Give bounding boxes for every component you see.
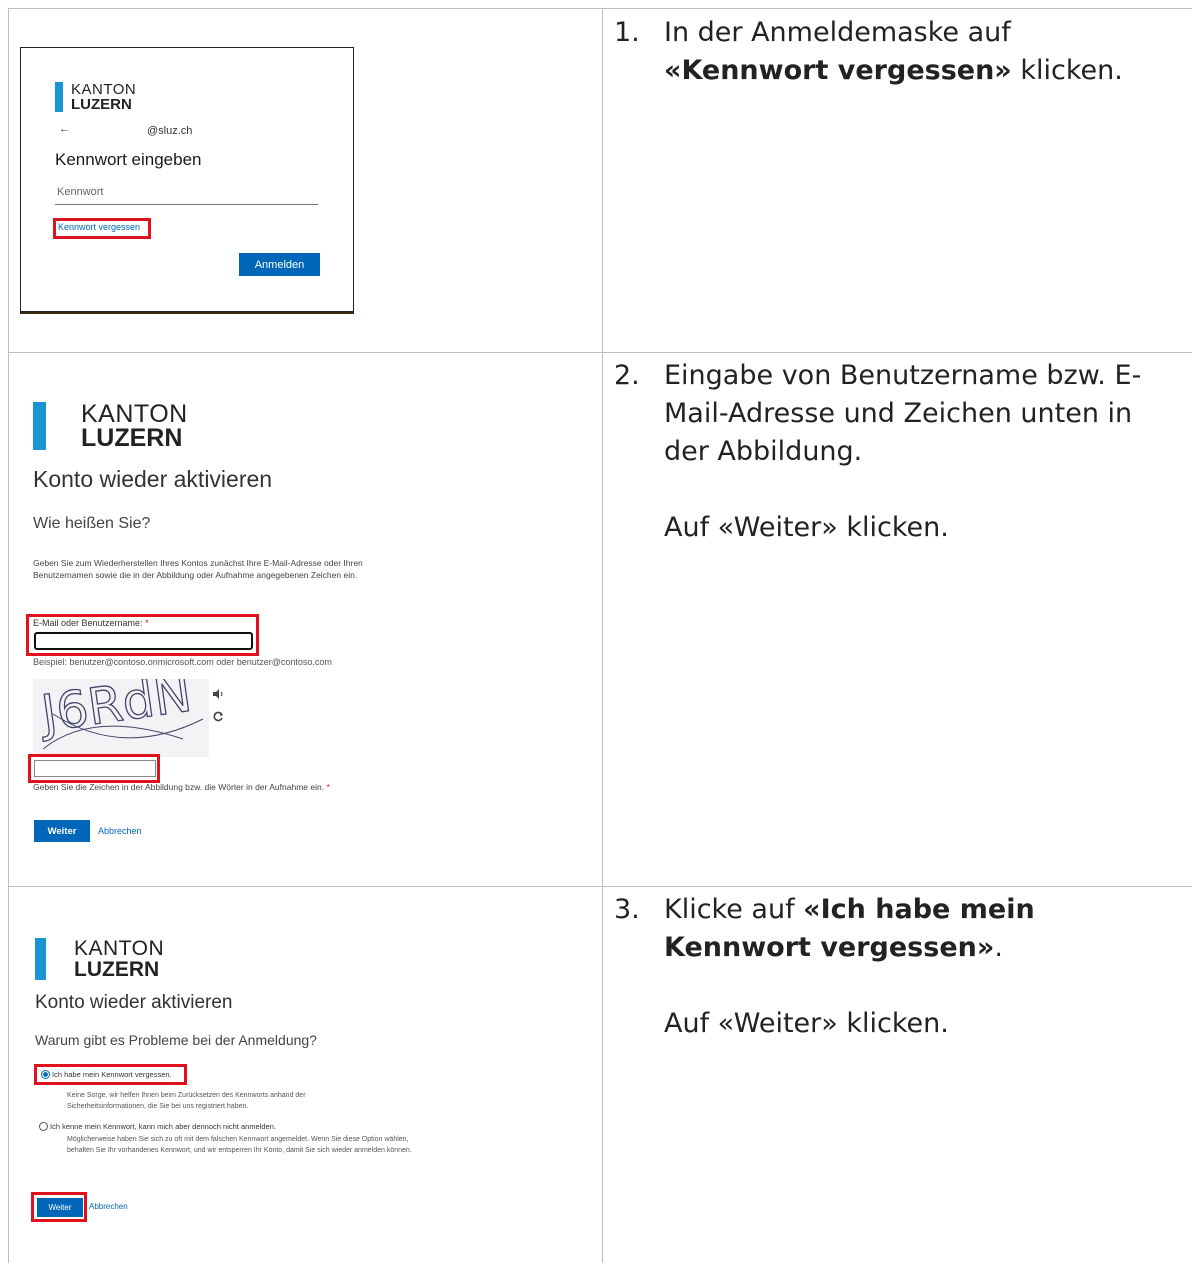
radio-unselected-icon[interactable] xyxy=(39,1122,48,1131)
step3-number: 3. xyxy=(614,894,640,925)
table-border-top xyxy=(8,8,1192,9)
page-title: Konto wieder aktivieren xyxy=(33,466,273,492)
step1-text: In der Anmeldemaske auf xyxy=(664,17,1011,48)
step2-text-next: Auf «Weiter» klicken. xyxy=(664,512,949,543)
page-subtitle: Warum gibt es Probleme bei der Anmeldung… xyxy=(35,1032,317,1048)
logo-text-luzern: LUZERN xyxy=(71,96,132,113)
option-know-password-label: Ich kenne mein Kennwort, kann mich aber … xyxy=(50,1122,276,1131)
captcha-hint-text: Geben Sie die Zeichen in der Abbildung b… xyxy=(33,782,325,792)
option-know-password[interactable]: Ich kenne mein Kennwort, kann mich aber … xyxy=(39,1122,276,1131)
logo-text-kanton: KANTON xyxy=(74,937,165,960)
back-arrow-icon[interactable]: ← xyxy=(59,123,70,135)
password-input[interactable]: Kennwort xyxy=(57,186,103,198)
table-border-middle xyxy=(602,8,603,1263)
step1-text-bold: «Kennwort vergessen» xyxy=(664,55,1012,86)
logo-text-kanton: KANTON xyxy=(71,81,137,98)
audio-icon[interactable] xyxy=(213,689,225,699)
example-text: Beispiel: benutzer@contoso.onmicrosoft.c… xyxy=(33,657,332,667)
logo-bar xyxy=(35,938,46,980)
captcha-image: J6RdN xyxy=(33,679,209,757)
step3-text: Klicke auf xyxy=(664,894,804,925)
option-know-password-desc: Möglicherweise haben Sie sich zu oft mit… xyxy=(67,1136,412,1154)
logo-text-luzern: LUZERN xyxy=(74,958,160,981)
option-forgot-password-desc: Keine Sorge, wir helfen Ihnen beim Zurüc… xyxy=(67,1092,306,1110)
step1-screenshot: KANTON LUZERN ← @sluz.ch Kennwort eingeb… xyxy=(20,47,354,312)
cancel-link[interactable]: Abbrechen xyxy=(98,826,142,836)
step2-text: Eingabe von Benutzername bzw. E-Mail-Adr… xyxy=(664,360,1142,467)
password-input-underline xyxy=(55,204,318,205)
highlight-next-button xyxy=(31,1192,87,1222)
required-mark: * xyxy=(326,782,330,792)
captcha-hint: Geben Sie die Zeichen in der Abbildung b… xyxy=(33,782,330,792)
step1-text-end: klicken. xyxy=(1011,55,1123,86)
step2-number: 2. xyxy=(614,360,640,391)
highlight-captcha-field xyxy=(28,754,160,783)
logo-text-luzern: LUZERN xyxy=(81,424,183,452)
table-border-left xyxy=(8,8,9,1263)
logo-bar xyxy=(55,82,63,112)
cancel-link[interactable]: Abbrechen xyxy=(89,1202,128,1211)
kanton-luzern-logo: KANTON LUZERN xyxy=(55,82,136,112)
logo-bar xyxy=(33,402,46,450)
highlight-email-field xyxy=(26,614,259,656)
signin-button[interactable]: Anmelden xyxy=(239,253,320,276)
table-border-row1 xyxy=(8,352,1192,353)
logo-text-kanton: KANTON xyxy=(81,400,188,428)
description-text: Geben Sie zum Wiederherstellen Ihres Kon… xyxy=(33,558,363,580)
highlight-option-forgot xyxy=(34,1064,187,1085)
page-subtitle: Wie heißen Sie? xyxy=(33,515,151,532)
step3-text-end: . xyxy=(994,932,1003,963)
next-button[interactable]: Weiter xyxy=(34,820,90,842)
signin-heading: Kennwort eingeben xyxy=(55,150,202,169)
step1-number: 1. xyxy=(614,17,640,48)
page-title: Konto wieder aktivieren xyxy=(35,992,233,1013)
highlight-forgot-password xyxy=(53,218,151,239)
table-border-row2 xyxy=(8,886,1192,887)
account-email: @sluz.ch xyxy=(147,125,193,137)
kanton-luzern-logo: KANTON LUZERN xyxy=(35,938,164,980)
step3-text-next: Auf «Weiter» klicken. xyxy=(664,1008,949,1039)
kanton-luzern-logo: KANTON LUZERN xyxy=(33,400,188,452)
refresh-icon[interactable] xyxy=(213,711,224,722)
